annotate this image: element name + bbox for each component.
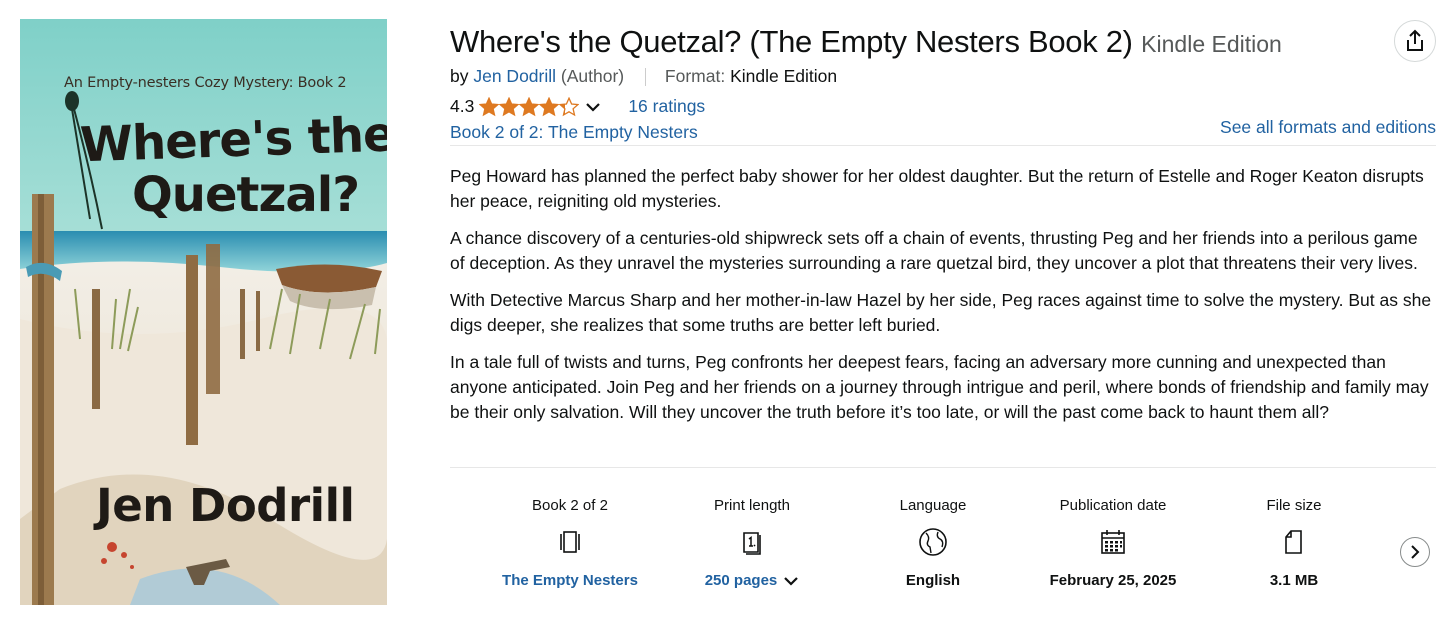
byline-divider bbox=[645, 68, 647, 87]
file-icon bbox=[1214, 522, 1374, 562]
series-name-link[interactable]: The Empty Nesters bbox=[490, 571, 650, 590]
publication-date-value: February 25, 2025 bbox=[1049, 572, 1177, 589]
cover-author: Jen Dodrill bbox=[96, 479, 355, 532]
product-title: Where's the Quetzal? (The Empty Nesters … bbox=[450, 24, 1133, 59]
cover-series-text: An Empty-nesters Cozy Mystery: Book 2 bbox=[64, 75, 347, 91]
detail-label: Book 2 of 2 bbox=[532, 497, 608, 514]
format-value: Kindle Edition bbox=[730, 66, 838, 86]
detail-language: Language English bbox=[853, 494, 1013, 590]
language-value: English bbox=[905, 572, 961, 589]
share-icon bbox=[1407, 29, 1423, 51]
calendar-icon bbox=[1033, 522, 1193, 562]
chevron-down-icon bbox=[586, 102, 601, 112]
chevron-down-icon bbox=[784, 576, 799, 586]
star-icon bbox=[519, 96, 540, 116]
cover-title-line1: Where's the bbox=[79, 106, 387, 174]
author-role: (Author) bbox=[560, 66, 625, 86]
globe-icon bbox=[853, 522, 1013, 562]
detail-publication-date: Publication date February 25, 2025 bbox=[1033, 494, 1193, 590]
carousel-next-button[interactable] bbox=[1400, 537, 1430, 567]
print-length-dropdown[interactable]: 250 pages bbox=[672, 571, 832, 590]
format-label: Format: bbox=[664, 66, 726, 86]
detail-file-size: File size 3.1 MB bbox=[1214, 494, 1374, 590]
description-paragraph: With Detective Marcus Sharp and her moth… bbox=[450, 290, 1432, 335]
product-details-carousel: Book 2 of 2 The Empty Nesters Print leng… bbox=[490, 494, 1390, 614]
byline: by Jen Dodrill (Author) Format: Kindle E… bbox=[450, 66, 837, 87]
rating-dropdown-button[interactable] bbox=[585, 101, 601, 113]
by-prefix: by bbox=[450, 66, 469, 86]
chevron-right-icon bbox=[1411, 545, 1420, 559]
detail-series: Book 2 of 2 The Empty Nesters bbox=[490, 494, 650, 590]
share-button[interactable] bbox=[1394, 20, 1436, 62]
detail-label: File size bbox=[1266, 497, 1322, 514]
description-paragraph: In a tale full of twists and turns, Peg … bbox=[450, 352, 1429, 422]
divider bbox=[450, 145, 1436, 146]
star-rating[interactable] bbox=[479, 96, 580, 117]
file-size-value: 3.1 MB bbox=[1269, 572, 1319, 589]
star-icon bbox=[479, 96, 500, 116]
cover-title-line2: Quetzal? bbox=[132, 167, 360, 223]
divider bbox=[450, 467, 1436, 468]
rating-row: 4.3 16 ratings bbox=[450, 96, 705, 117]
description-paragraph: A chance discovery of a centuries-old sh… bbox=[450, 228, 1418, 273]
print-length-value: 250 pages bbox=[704, 572, 778, 589]
product-edition: Kindle Edition bbox=[1141, 31, 1282, 57]
star-icon bbox=[499, 96, 520, 116]
ratings-count-link[interactable]: 16 ratings bbox=[628, 96, 705, 117]
series-link[interactable]: Book 2 of 2: The Empty Nesters bbox=[450, 122, 698, 143]
author-link[interactable]: Jen Dodrill bbox=[473, 66, 556, 86]
star-icon bbox=[539, 96, 560, 116]
book-cover-image[interactable]: An Empty-nesters Cozy Mystery: Book 2 Wh… bbox=[20, 19, 387, 605]
detail-print-length: Print length 250 pages bbox=[672, 494, 832, 590]
description-paragraph: Peg Howard has planned the perfect baby … bbox=[450, 166, 1424, 211]
product-title-line: Where's the Quetzal? (The Empty Nesters … bbox=[450, 24, 1282, 60]
book-description: Peg Howard has planned the perfect baby … bbox=[450, 164, 1436, 437]
see-all-formats-link[interactable]: See all formats and editions bbox=[1220, 117, 1436, 138]
book-series-icon bbox=[490, 522, 650, 562]
star-icon bbox=[559, 96, 580, 116]
detail-label: Print length bbox=[714, 497, 790, 514]
rating-value: 4.3 bbox=[450, 96, 475, 116]
book-pages-icon bbox=[672, 522, 832, 562]
detail-label: Publication date bbox=[1059, 497, 1167, 514]
detail-label: Language bbox=[899, 497, 967, 514]
